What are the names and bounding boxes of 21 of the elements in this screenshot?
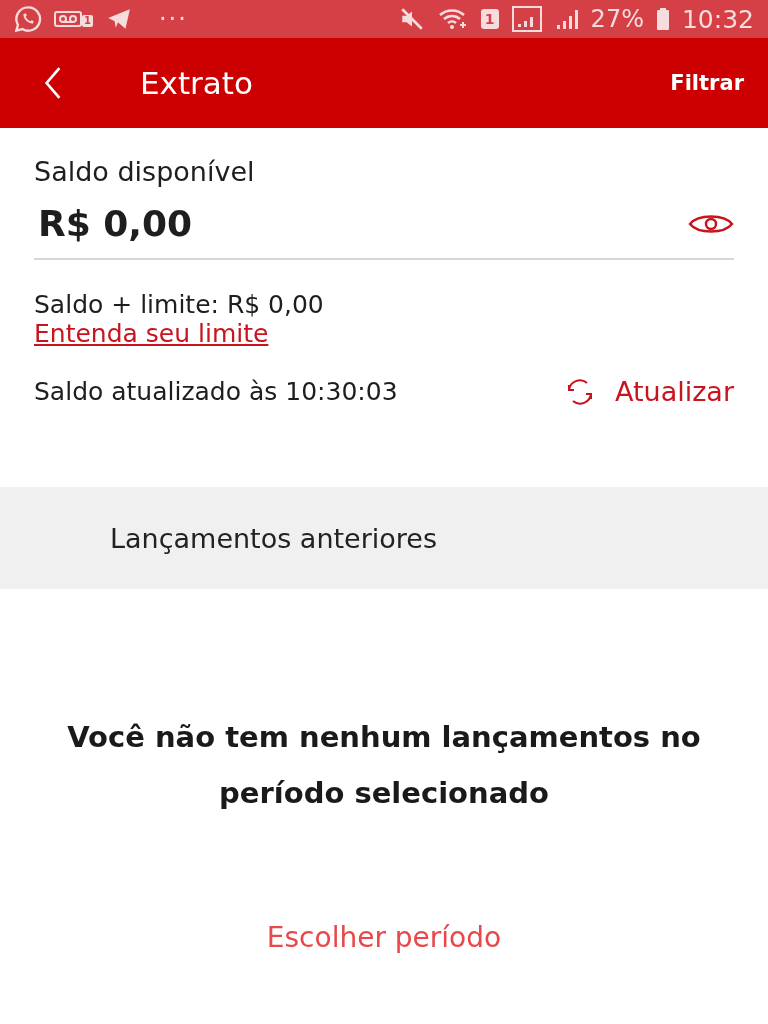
screen-title: Extrato	[140, 65, 254, 101]
updated-time-text: Saldo atualizado às 10:30:03	[34, 377, 398, 406]
more-notifications-text: ···	[158, 5, 188, 33]
battery-percent: 27%	[590, 5, 644, 33]
refresh-button[interactable]: Atualizar	[614, 376, 734, 407]
balance-label: Saldo disponível	[34, 156, 255, 187]
filter-button[interactable]: Filtrar	[670, 71, 744, 95]
battery-icon	[655, 7, 670, 31]
limit-link[interactable]: Entenda seu limite	[34, 319, 269, 348]
choose-period-button[interactable]: Escolher período	[266, 921, 502, 954]
chat-bubble-icon	[14, 5, 42, 33]
notification-badge: 1	[82, 15, 93, 27]
empty-message: Você não tem nenhum lançamentos no período selecionado	[66, 719, 702, 812]
voicemail-icon	[54, 11, 82, 27]
balance-amount: R$ 0,00	[38, 203, 193, 244]
section-header: Lançamentos anteriores	[110, 522, 438, 554]
sim-badge: 1	[480, 9, 499, 29]
signal-icon	[554, 7, 579, 31]
limit-text: Saldo + limite: R$ 0,00	[34, 290, 324, 319]
signal-icon	[510, 6, 543, 32]
clock-time: 10:32	[681, 4, 754, 34]
